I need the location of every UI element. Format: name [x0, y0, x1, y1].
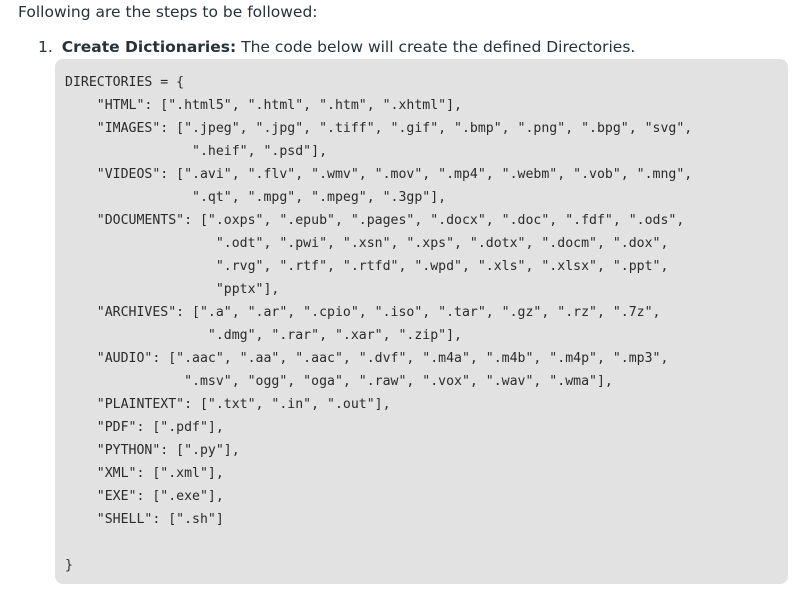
code-text[interactable]: DIRECTORIES = { "HTML": [".html5", ".htm…: [65, 71, 788, 577]
step-description: The code below will create the defined D…: [241, 38, 636, 56]
code-block: DIRECTORIES = { "HTML": [".html5", ".htm…: [55, 59, 788, 584]
step-item: 1. Create Dictionaries: The code below w…: [38, 37, 635, 57]
step-title: Create Dictionaries:: [61, 38, 237, 56]
intro-text: Following are the steps to be followed:: [18, 3, 318, 21]
step-number: 1.: [38, 38, 53, 56]
